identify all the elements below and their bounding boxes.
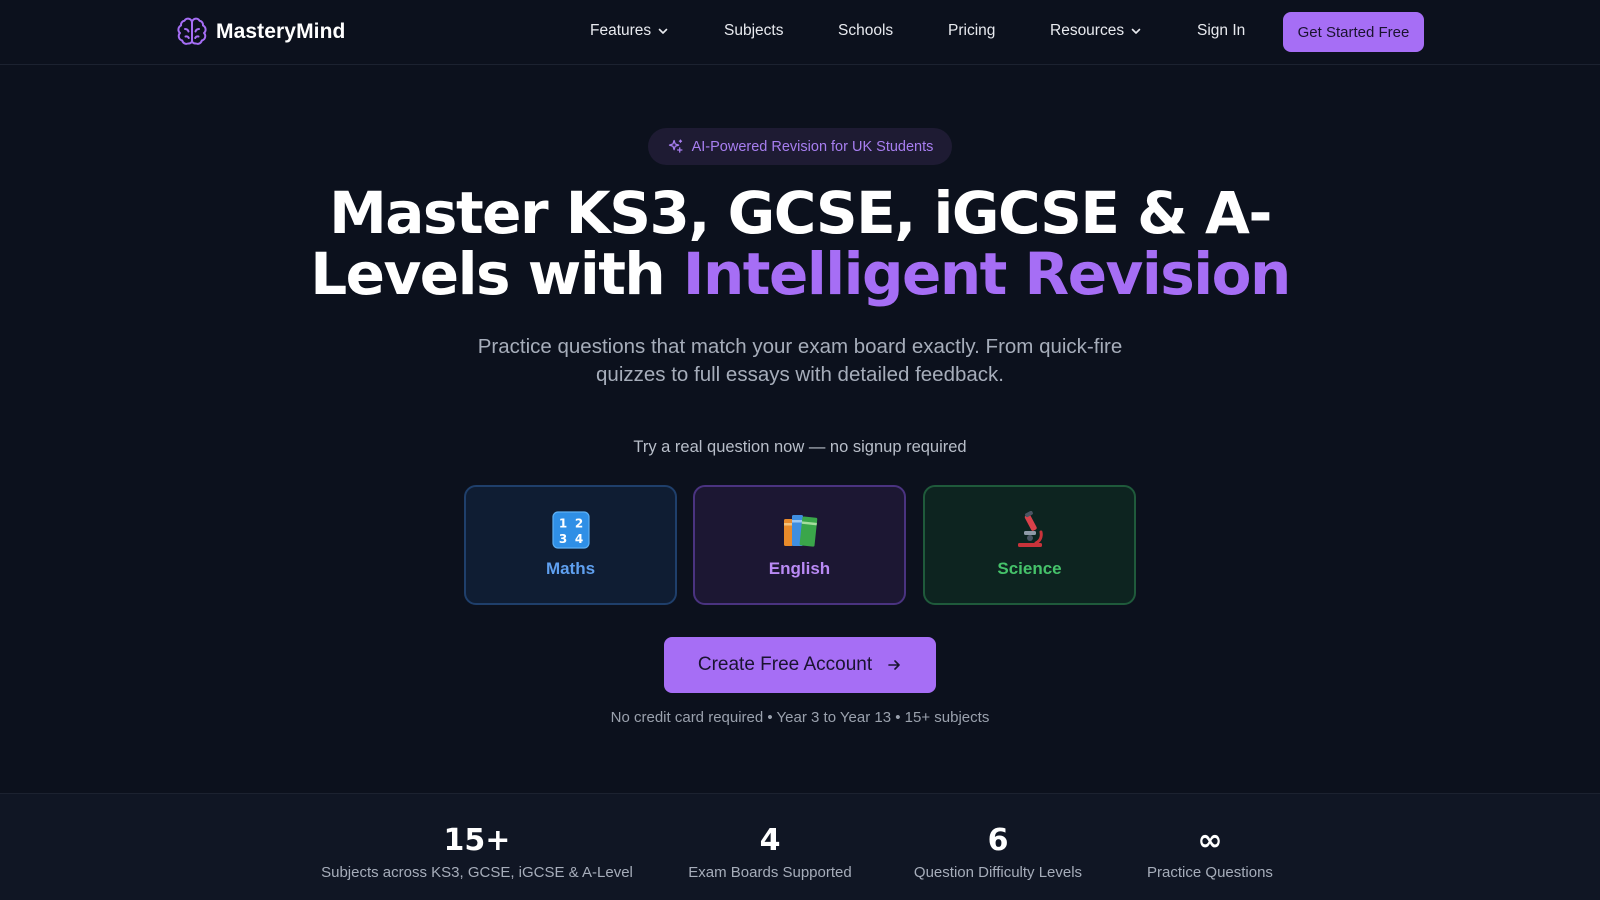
hero-title-line-2: Levels with — [310, 240, 683, 308]
stat-exam-boards: 4 Exam Boards Supported — [670, 823, 870, 882]
nav-resources-label: Resources — [1050, 22, 1125, 39]
stat-label: Question Difficulty Levels — [913, 864, 1083, 881]
svg-text:3: 3 — [558, 532, 566, 546]
hero-subtitle: Practice questions that match your exam … — [477, 335, 1123, 386]
try-question-prompt: Try a real question now — no signup requ… — [633, 438, 967, 456]
subject-card-maths-label: Maths — [545, 559, 596, 578]
microscope-icon — [1017, 511, 1043, 547]
sign-in-link[interactable]: Sign In — [1197, 22, 1245, 40]
brand-name: MasteryMind — [216, 20, 346, 43]
stat-value: 15+ — [443, 823, 511, 858]
stat-practice-questions: ∞ Practice Questions — [1130, 823, 1290, 882]
stat-label: Exam Boards Supported — [688, 864, 852, 881]
svg-text:1: 1 — [558, 517, 566, 531]
books-icon — [783, 515, 817, 547]
stats-strip: 15+ Subjects across KS3, GCSE, iGCSE & A… — [0, 793, 1600, 900]
subject-card-science-label: Science — [997, 559, 1062, 578]
nav-resources-dropdown[interactable]: Resources — [1050, 22, 1142, 40]
nav-schools-link[interactable]: Schools — [838, 22, 893, 40]
get-started-button[interactable]: Get Started Free — [1283, 12, 1424, 52]
subject-card-english-label: English — [768, 559, 831, 578]
stat-label: Practice Questions — [1147, 864, 1273, 881]
stat-value: 4 — [759, 823, 781, 858]
subject-card-science[interactable]: Science — [923, 485, 1136, 605]
brain-icon — [177, 17, 207, 45]
hero-title-accent: Intelligent Revision — [682, 240, 1291, 308]
stat-value: 6 — [987, 823, 1009, 858]
stat-label: Subjects across KS3, GCSE, iGCSE & A-Lev… — [321, 864, 633, 881]
create-account-button-label: Create Free Account — [697, 654, 873, 675]
stat-value: ∞ — [1197, 823, 1223, 858]
create-account-button[interactable]: Create Free Account — [664, 637, 936, 693]
hero-badge: AI-Powered Revision for UK Students — [648, 128, 952, 165]
nav-features-label: Features — [590, 22, 652, 39]
arrow-right-icon — [888, 660, 900, 670]
subject-card-maths[interactable]: 1 2 3 4 Maths — [464, 485, 677, 605]
top-navigation-bar: MasteryMind Features Subjects Schools Pr… — [0, 0, 1600, 65]
stat-difficulty-levels: 6 Question Difficulty Levels — [898, 823, 1098, 882]
nav-subjects-link[interactable]: Subjects — [724, 22, 783, 40]
svg-text:4: 4 — [574, 532, 582, 546]
hero-title-line-1: Master KS3, GCSE, iGCSE & A- — [329, 179, 1272, 247]
hero-title: Master KS3, GCSE, iGCSE & A- Levels with… — [0, 183, 1600, 305]
chevron-down-icon — [658, 28, 668, 34]
signup-reassurance: No credit card required • Year 3 to Year… — [610, 709, 990, 726]
stat-subjects: 15+ Subjects across KS3, GCSE, iGCSE & A… — [318, 823, 636, 882]
subject-card-english[interactable]: English — [693, 485, 906, 605]
hero-badge-text: AI-Powered Revision for UK Students — [691, 138, 934, 155]
nav-pricing-link[interactable]: Pricing — [948, 22, 995, 40]
brand-logo-link[interactable]: MasteryMind — [176, 15, 345, 49]
chevron-down-icon — [1131, 28, 1141, 34]
nav-features-dropdown[interactable]: Features — [590, 22, 669, 40]
numbers-icon: 1 2 3 4 — [551, 511, 590, 549]
sparkles-icon — [668, 139, 683, 153]
svg-text:2: 2 — [574, 517, 582, 531]
